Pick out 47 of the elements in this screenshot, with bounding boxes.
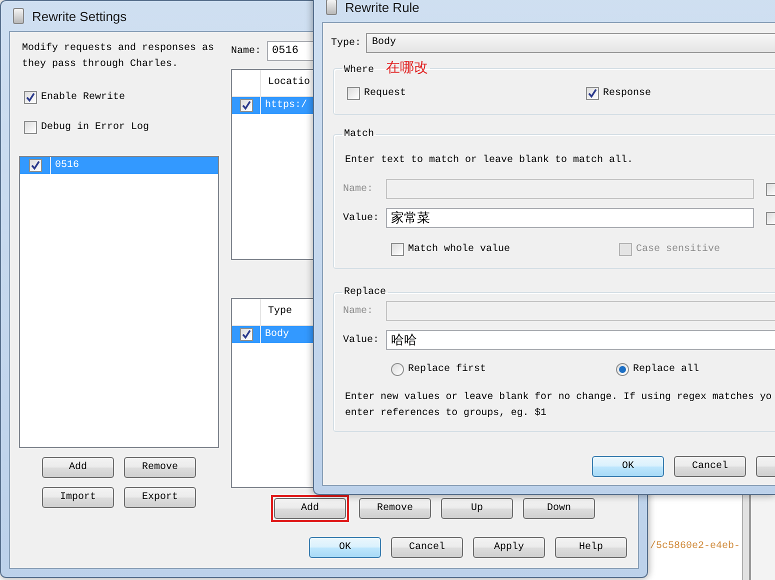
field-label: Value: [342,334,380,346]
hint-text: Enter text to match or leave blank to match all. [344,154,634,168]
checkbox-label: Match whole value [408,244,510,254]
button[interactable]: Add [42,457,114,478]
button[interactable]: Cancel [674,456,746,477]
hint-text: Enter new values or leave blank for no change. If using regex matches yo [345,390,773,404]
button[interactable]: Apply [473,537,545,558]
field-label: Name: [342,306,374,316]
field-label: Type: [331,38,362,48]
radio-label: Replace all [633,364,700,374]
type-dropdown[interactable]: Body [366,33,775,53]
button[interactable]: Cancel [391,537,463,558]
field-label: Name: [231,46,262,56]
checkbox-label: Request [364,88,406,98]
hint-text: enter references to groups, eg. $1 [345,406,548,420]
column-header: Locatio [267,76,310,90]
button[interactable]: OK [309,537,381,558]
button[interactable]: Up [441,498,513,519]
list-item-text: 0516 [54,160,80,171]
checkbox-label: Enable Rewrite [41,92,126,102]
checkbox-label: Case sensitive [636,244,720,254]
url-text: /5c5860e2-e4eb- [650,541,740,552]
button[interactable]: Add [274,498,346,519]
button[interactable]: OK [592,456,664,477]
text-field[interactable]: 哈哈 [386,330,775,350]
button[interactable]: Remove [124,457,196,478]
button[interactable]: Import [42,487,114,508]
table-cell-text: Body [264,329,290,340]
window-title: Rewrite Rule [345,0,420,15]
description-text: Modify requests and responses as they pass through Charles. [21,42,216,72]
field-label: Value: [342,212,380,224]
button[interactable]: Down [523,498,595,519]
group-title: Match [344,129,374,140]
button[interactable]: Help [555,537,627,558]
text-field[interactable]: 家常菜 [386,208,754,228]
button[interactable]: Remove [359,498,431,519]
checkbox-label: Debug in Error Log [41,122,150,132]
field-label: Name: [342,184,374,194]
annotation-text: 在哪改 [386,59,428,77]
group-title: Replace [344,287,386,298]
window-title: Rewrite Settings [32,8,127,24]
radio-label: Replace first [408,364,486,374]
table-cell-text: https:/ [264,100,308,111]
checkbox-label: Response [603,88,652,98]
group-title: Where [344,65,374,76]
column-header: Type [267,305,292,319]
button[interactable]: Export [124,487,196,508]
